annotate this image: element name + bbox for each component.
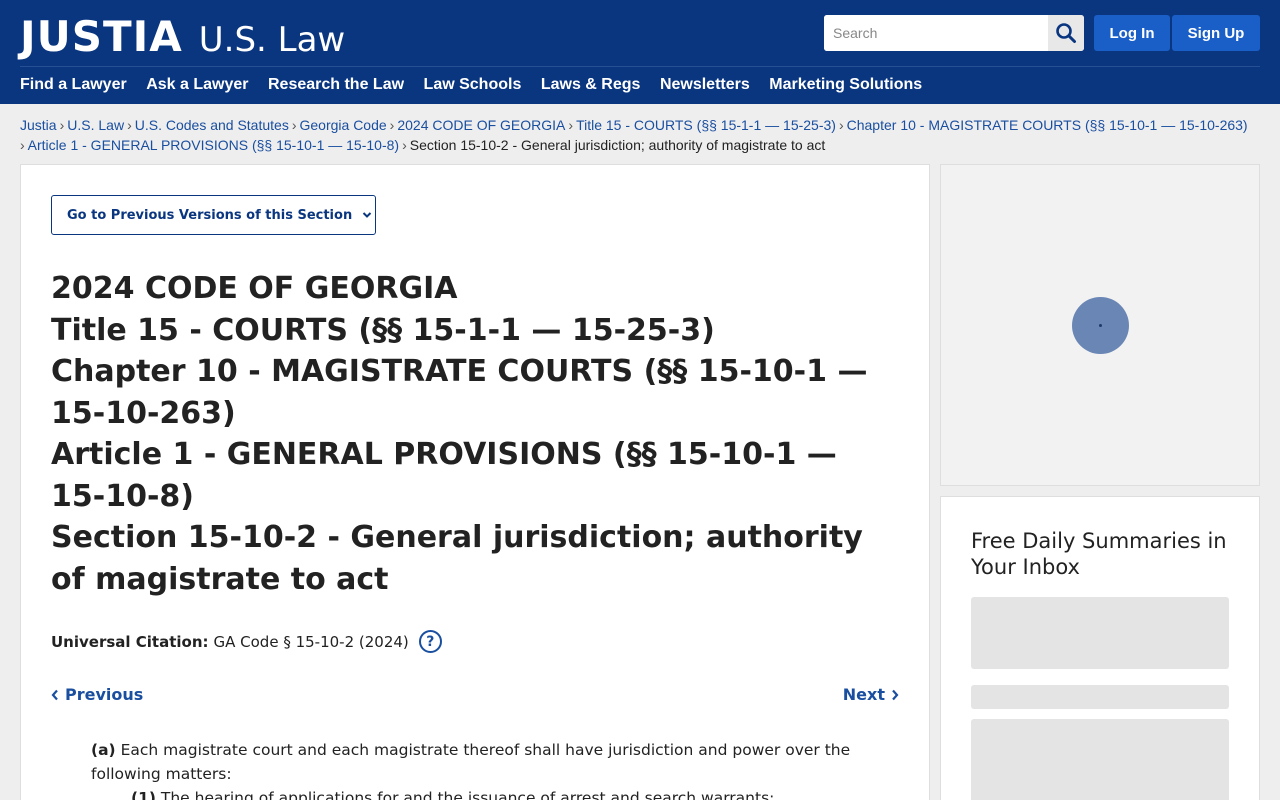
- next-link[interactable]: Next: [843, 685, 899, 704]
- login-button[interactable]: Log In: [1094, 15, 1170, 51]
- nav-newsletters[interactable]: Newsletters: [660, 76, 750, 94]
- justia-logo[interactable]: JUSTIA U.S. Law: [20, 12, 345, 61]
- breadcrumb-link-2024-code[interactable]: 2024 CODE OF GEORGIA: [397, 117, 565, 133]
- title-article: Article 1 - GENERAL PROVISIONS (§§ 15-10…: [51, 437, 837, 514]
- paragraph-1: (1) The hearing of applications for and …: [131, 786, 891, 800]
- statute-text: (a) Each magistrate court and each magis…: [91, 738, 891, 800]
- breadcrumb-separator: ›: [389, 117, 395, 133]
- title-code: 2024 CODE OF GEORGIA: [51, 271, 458, 306]
- breadcrumb-link-article-1[interactable]: Article 1 - GENERAL PROVISIONS (§§ 15-10…: [28, 137, 399, 153]
- logo-wordmark: JUSTIA: [20, 12, 183, 61]
- citation-label: Universal Citation:: [51, 632, 209, 651]
- previous-versions-label: Go to Previous Versions of this Section: [67, 207, 353, 223]
- loading-placeholder: [971, 597, 1229, 669]
- newsletter-title: Free Daily Summaries in Your Inbox: [971, 529, 1227, 579]
- title-chapter: Chapter 10 - MAGISTRATE COURTS (§§ 15-10…: [51, 354, 868, 431]
- newsletter-widget: Free Daily Summaries in Your Inbox: [940, 496, 1260, 800]
- breadcrumb-separator: ›: [291, 117, 297, 133]
- breadcrumb-separator: ›: [402, 137, 407, 153]
- breadcrumb-separator: ›: [568, 117, 574, 133]
- previous-versions-button[interactable]: Go to Previous Versions of this Section: [51, 195, 376, 235]
- breadcrumb-link-justia[interactable]: Justia: [20, 117, 57, 133]
- paragraph-text: Each magistrate court and each magistrat…: [91, 741, 851, 783]
- nav-ask-a-lawyer[interactable]: Ask a Lawyer: [146, 76, 248, 94]
- nav-find-a-lawyer[interactable]: Find a Lawyer: [20, 76, 127, 94]
- breadcrumb-separator: ›: [838, 117, 844, 133]
- header-divider: [20, 66, 1260, 67]
- chevron-left-icon: [51, 689, 58, 700]
- loading-placeholder: [971, 685, 1229, 709]
- page-title: 2024 CODE OF GEORGIA Title 15 - COURTS (…: [51, 268, 891, 600]
- help-icon[interactable]: ?: [418, 630, 442, 653]
- breadcrumb-separator: ›: [127, 117, 132, 133]
- paragraph-text: The hearing of applications for and the …: [160, 789, 775, 800]
- breadcrumb-separator: ›: [20, 137, 25, 153]
- breadcrumb-link-chapter-10[interactable]: Chapter 10 - MAGISTRATE COURTS (§§ 15-10…: [847, 117, 1248, 133]
- main-nav: Find a Lawyer Ask a Lawyer Research the …: [20, 76, 942, 94]
- breadcrumb-current: Section 15-10-2 - General jurisdiction; …: [409, 137, 826, 153]
- search-button[interactable]: [1048, 15, 1084, 51]
- nav-marketing-solutions[interactable]: Marketing Solutions: [769, 76, 922, 94]
- paragraph-marker: (a): [91, 741, 116, 759]
- citation-value: GA Code § 15-10-2 (2024): [213, 632, 409, 651]
- nav-laws-and-regs[interactable]: Laws & Regs: [541, 76, 641, 94]
- main-content: Go to Previous Versions of this Section …: [20, 164, 930, 800]
- search-box: [824, 15, 1084, 51]
- site-header: JUSTIA U.S. Law Log In Sign Up Find a La…: [0, 0, 1280, 104]
- search-input[interactable]: [824, 15, 1048, 51]
- spinner-center-dot: [1099, 324, 1102, 327]
- next-label: Next: [842, 685, 885, 704]
- loading-placeholder: [971, 719, 1229, 800]
- title-section: Section 15-10-2 - General jurisdiction; …: [51, 520, 863, 597]
- signup-button[interactable]: Sign Up: [1172, 15, 1260, 51]
- ad-placeholder: [940, 164, 1260, 486]
- loading-spinner-icon: [1072, 297, 1129, 354]
- title-title: Title 15 - COURTS (§§ 15-1-1 — 15-25-3): [51, 312, 715, 348]
- chevron-down-icon: [362, 212, 372, 218]
- breadcrumb-link-title-15[interactable]: Title 15 - COURTS (§§ 15-1-1 — 15-25-3): [576, 117, 836, 133]
- breadcrumb-link-georgia-code[interactable]: Georgia Code: [300, 117, 387, 133]
- nav-law-schools[interactable]: Law Schools: [424, 76, 522, 94]
- breadcrumb-link-us-law[interactable]: U.S. Law: [67, 117, 124, 133]
- search-icon: [1056, 23, 1076, 43]
- nav-research-the-law[interactable]: Research the Law: [268, 76, 404, 94]
- logo-section-name: U.S. Law: [198, 20, 346, 60]
- breadcrumb: Justia › U.S. Law › U.S. Codes and Statutes ›…: [20, 115, 1265, 155]
- breadcrumb-separator: ›: [59, 117, 65, 133]
- chevron-right-icon: [892, 689, 899, 700]
- breadcrumb-link-codes[interactable]: U.S. Codes and Statutes: [135, 117, 289, 133]
- previous-link[interactable]: Previous: [51, 685, 143, 704]
- universal-citation: Universal Citation: GA Code § 15-10-2 (2…: [51, 630, 442, 653]
- paragraph-marker: (1): [131, 789, 156, 800]
- paragraph-a: (a) Each magistrate court and each magis…: [91, 738, 891, 786]
- previous-label: Previous: [65, 685, 144, 704]
